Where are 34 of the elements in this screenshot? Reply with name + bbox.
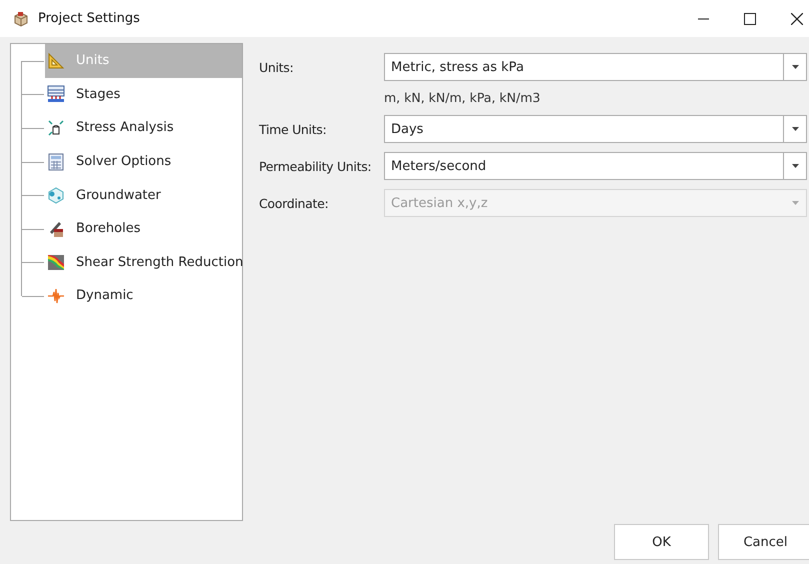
box-icon	[13, 10, 29, 26]
maximize-icon[interactable]	[744, 12, 756, 24]
field-label: Coordinate:	[259, 196, 330, 210]
dialog-button[interactable]: OK	[614, 524, 709, 560]
caret-icon	[792, 127, 798, 131]
cube-icon	[47, 186, 65, 204]
caret-icon	[792, 164, 798, 168]
tree-item[interactable]: Shear Strength Reduction	[45, 246, 242, 280]
tree-item[interactable]: Dynamic	[45, 279, 242, 313]
dropdown[interactable]: Meters/second	[384, 152, 807, 180]
dropdown[interactable]: Metric, stress as kPa	[384, 53, 807, 81]
tree-item[interactable]: Stages	[45, 78, 242, 112]
field-label: Permeability Units:	[259, 158, 372, 174]
caret-icon	[792, 65, 798, 69]
window-title: Project Settings	[38, 11, 140, 26]
dialog-button[interactable]: Cancel	[718, 524, 809, 560]
caret-icon	[792, 201, 798, 205]
field-label: Units:	[259, 60, 294, 74]
minimize-icon[interactable]	[698, 18, 709, 20]
close-icon[interactable]	[791, 12, 803, 24]
slope-icon	[47, 253, 65, 272]
wave-icon	[47, 286, 65, 305]
tree-item[interactable]: Stress Analysis	[45, 111, 242, 145]
calculator-icon	[47, 152, 65, 171]
tree-item[interactable]: Groundwater	[45, 178, 242, 212]
arrows-icon	[47, 118, 65, 137]
pencil-icon	[47, 220, 65, 238]
tree-item[interactable]: Solver Options	[45, 144, 242, 178]
field-label: Time Units:	[259, 122, 328, 136]
dropdown[interactable]: Days	[384, 115, 807, 143]
triangle-ruler-icon	[47, 52, 65, 70]
layers-icon	[47, 85, 65, 104]
units-note: m, kN, kN/m, kPa, kN/m3	[384, 90, 540, 104]
tree-item[interactable]: Boreholes	[45, 212, 242, 246]
